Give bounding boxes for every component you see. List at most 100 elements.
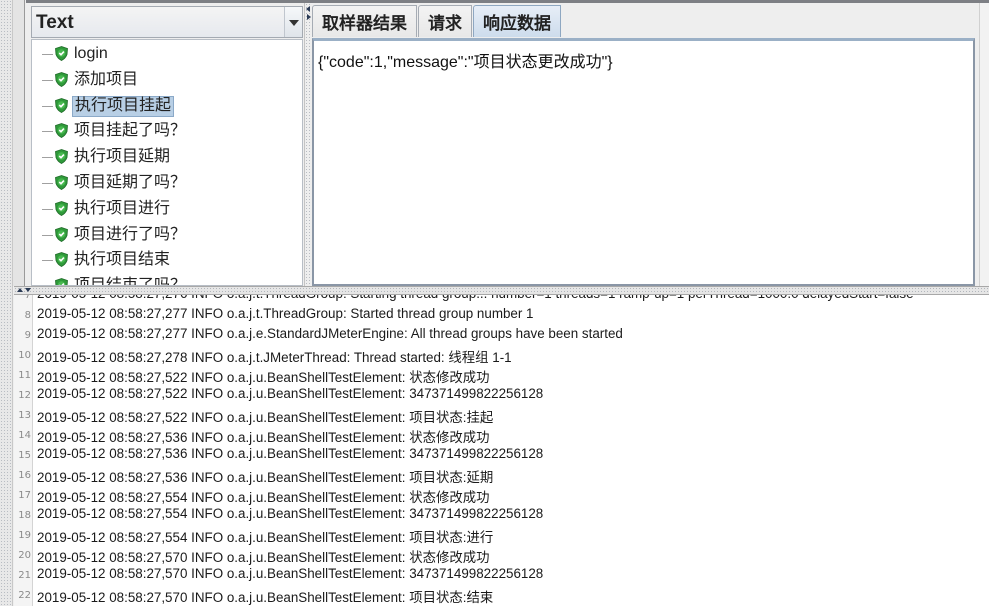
- chevron-down-icon[interactable]: [284, 7, 302, 37]
- log-text: 2019-05-12 08:58:27,536 INFO o.a.j.u.Bea…: [37, 470, 494, 485]
- log-line: 17 2019-05-12 08:58:27,554 INFO o.a.j.u.B…: [14, 485, 989, 505]
- tab-label: 请求: [428, 14, 462, 33]
- tree-item[interactable]: 执行项目结束: [32, 249, 302, 271]
- tree-connector: [42, 234, 53, 236]
- expand-right-icon[interactable]: [307, 14, 311, 20]
- left-dotted-strip: [0, 0, 13, 606]
- log-line: 8 2019-05-12 08:58:27,277 INFO o.a.j.t.Th…: [14, 305, 989, 325]
- tab-sampler-result[interactable]: 取样器结果: [312, 5, 417, 37]
- log-line: 13 2019-05-12 08:58:27,522 INFO o.a.j.u.B…: [14, 405, 989, 425]
- success-shield-icon: [54, 46, 69, 61]
- tree-item[interactable]: 项目结束了吗？: [32, 275, 302, 286]
- log-text: 2019-05-12 08:58:27,554 INFO o.a.j.u.Bea…: [37, 506, 544, 521]
- log-text: 2019-05-12 08:58:27,554 INFO o.a.j.u.Bea…: [37, 530, 494, 545]
- success-shield-icon: [54, 200, 69, 216]
- log-text: 2019-05-12 08:58:27,277 INFO o.a.j.e.Sta…: [37, 326, 623, 341]
- line-number: 13: [18, 410, 31, 421]
- response-data-view[interactable]: {"code":1,"message":"项目状态更改成功"}: [312, 38, 975, 286]
- log-text: 2019-05-12 08:58:27,554 INFO o.a.j.u.Bea…: [37, 490, 490, 505]
- success-shield-icon: [54, 175, 69, 190]
- expand-up-icon[interactable]: [17, 288, 23, 292]
- success-shield-icon: [54, 97, 69, 113]
- log-line: 7 2019-05-12 08:58:27,276 INFO o.a.j.t.Th…: [14, 295, 989, 305]
- log-line: 22 2019-05-12 08:58:27,570 INFO o.a.j.u.B…: [14, 585, 989, 605]
- success-shield-icon: [54, 252, 69, 268]
- tree-item[interactable]: 执行项目挂起: [32, 95, 302, 117]
- tree-item-label: 执行项目延期: [74, 148, 171, 166]
- log-line: 12 2019-05-12 08:58:27,522 INFO o.a.j.u.B…: [14, 385, 989, 405]
- log-line: 20 2019-05-12 08:58:27,570 INFO o.a.j.u.B…: [14, 545, 989, 565]
- log-line: 11 2019-05-12 08:58:27,522 INFO o.a.j.u.B…: [14, 365, 989, 385]
- tree-item[interactable]: 项目进行了吗？: [32, 224, 302, 246]
- tree-item[interactable]: 执行项目延期: [32, 146, 302, 168]
- renderer-select-value: Text: [36, 12, 74, 33]
- results-tree-pane: Text login 添加项目执行项目挂起项目挂起了吗？ 执行项目延期 项目延期了吗？…: [26, 0, 989, 286]
- tree-item-label: 执行项目挂起: [72, 95, 175, 117]
- tree-connector: [42, 157, 53, 159]
- success-shield-icon: [54, 71, 69, 87]
- tab-response-data[interactable]: 响应数据: [473, 5, 561, 37]
- tree-connector: [42, 79, 53, 81]
- jmeter-window: Text login 添加项目执行项目挂起项目挂起了吗？ 执行项目延期 项目延期了吗？…: [0, 0, 989, 606]
- tree-item-label: 项目结束了吗？: [74, 277, 187, 286]
- line-number: 18: [18, 510, 31, 521]
- tree-connector: [42, 54, 53, 55]
- tree-item-label: 项目延期了吗？: [74, 174, 187, 191]
- log-text: 2019-05-12 08:58:27,522 INFO o.a.j.u.Bea…: [37, 410, 494, 425]
- tree-item[interactable]: login: [32, 43, 302, 65]
- vertical-splitter[interactable]: [304, 3, 312, 286]
- sampler-tree-panel: Text login 添加项目执行项目挂起项目挂起了吗？ 执行项目延期 项目延期了吗？…: [28, 3, 304, 286]
- sampler-tree: login 添加项目执行项目挂起项目挂起了吗？ 执行项目延期 项目延期了吗？ 执行项目进…: [31, 39, 303, 286]
- line-number: 14: [18, 430, 31, 441]
- tree-item-label: 项目挂起了吗？: [74, 122, 187, 140]
- horizontal-splitter[interactable]: [14, 286, 989, 295]
- tree-item[interactable]: 项目延期了吗？: [32, 172, 302, 194]
- right-edge-panel: [979, 3, 989, 286]
- collapse-left-icon[interactable]: [306, 6, 310, 12]
- log-text: 2019-05-12 08:58:27,570 INFO o.a.j.u.Bea…: [37, 550, 490, 565]
- log-text: 2019-05-12 08:58:27,276 INFO o.a.j.t.Thr…: [37, 295, 914, 301]
- tree-connector: [42, 183, 53, 184]
- success-shield-icon: [54, 149, 69, 165]
- renderer-select[interactable]: Text: [31, 6, 303, 38]
- log-viewer[interactable]: 7 2019-05-12 08:58:27,276 INFO o.a.j.t.Th…: [14, 295, 989, 606]
- line-number: 7: [24, 295, 31, 301]
- line-number: 21: [18, 570, 31, 581]
- line-number: 17: [18, 490, 31, 501]
- success-shield-icon: [54, 278, 69, 285]
- result-tabs-panel: 取样器结果 请求 响应数据 {"code":1,"message":"项目状态更…: [312, 3, 989, 286]
- tree-item-label: login: [74, 45, 108, 62]
- tree-item[interactable]: 添加项目: [32, 69, 302, 91]
- success-shield-icon: [54, 123, 69, 139]
- log-text: 2019-05-12 08:58:27,570 INFO o.a.j.u.Bea…: [37, 590, 494, 605]
- collapse-down-icon[interactable]: [25, 288, 31, 292]
- line-number: 15: [18, 450, 31, 461]
- line-number: 20: [18, 550, 31, 561]
- log-line: 16 2019-05-12 08:58:27,536 INFO o.a.j.u.B…: [14, 465, 989, 485]
- line-number: 10: [18, 350, 31, 361]
- log-line: 21 2019-05-12 08:58:27,570 INFO o.a.j.u.B…: [14, 565, 989, 585]
- line-number: 12: [18, 390, 31, 401]
- tree-item-label: 项目进行了吗？: [74, 225, 187, 243]
- line-number: 22: [18, 590, 31, 601]
- line-number: 11: [18, 370, 31, 381]
- log-line: 10 2019-05-12 08:58:27,278 INFO o.a.j.t.J…: [14, 345, 989, 365]
- tree-item-label: 执行项目进行: [74, 199, 171, 217]
- tree-item-label: 执行项目结束: [74, 251, 171, 269]
- tab-label: 响应数据: [483, 14, 551, 33]
- tree-item[interactable]: 项目挂起了吗？: [32, 120, 302, 142]
- tab-bar: 取样器结果 请求 响应数据: [312, 5, 562, 38]
- line-number: 8: [24, 310, 31, 321]
- line-number: 19: [18, 530, 31, 541]
- tree-connector: [42, 260, 53, 262]
- tree-item[interactable]: 执行项目进行: [32, 198, 302, 220]
- log-line: 18 2019-05-12 08:58:27,554 INFO o.a.j.u.B…: [14, 505, 989, 525]
- tab-request[interactable]: 请求: [418, 5, 472, 37]
- response-body-text: {"code":1,"message":"项目状态更改成功"}: [318, 54, 613, 71]
- log-text: 2019-05-12 08:58:27,570 INFO o.a.j.u.Bea…: [37, 566, 544, 581]
- success-shield-icon: [54, 226, 69, 242]
- tree-connector: [42, 105, 53, 107]
- line-number: 9: [24, 330, 31, 341]
- log-line: 14 2019-05-12 08:58:27,536 INFO o.a.j.u.B…: [14, 425, 989, 445]
- log-line: 9 2019-05-12 08:58:27,277 INFO o.a.j.e.St…: [14, 325, 989, 345]
